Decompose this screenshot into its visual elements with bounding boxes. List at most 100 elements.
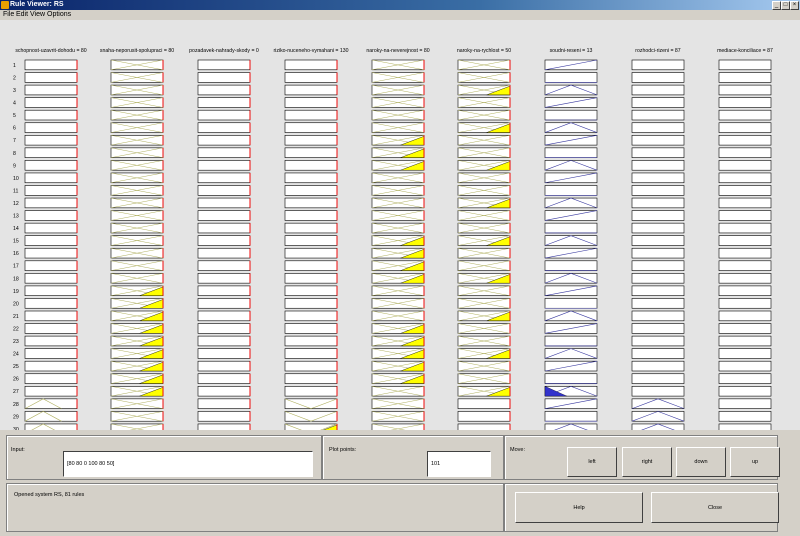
rule-cell	[718, 72, 772, 83]
rule-number: 11	[13, 188, 18, 194]
plot-points-field[interactable]	[427, 451, 491, 477]
rule-cell	[197, 373, 251, 384]
rule-cell	[284, 310, 338, 322]
rule-cell	[631, 360, 685, 372]
menu-edit[interactable]: Edit	[16, 10, 28, 20]
action-panel: Help Close	[504, 483, 779, 532]
rule-number: 27	[13, 389, 19, 395]
rule-cell	[197, 84, 251, 96]
rule-cell	[284, 385, 338, 397]
rule-number: 29	[13, 414, 19, 420]
rule-cell	[284, 235, 338, 246]
rule-cell	[197, 323, 251, 334]
help-button[interactable]: Help	[515, 492, 643, 523]
rule-cell	[197, 160, 251, 171]
rule-cell	[197, 310, 251, 322]
rule-cell	[718, 147, 772, 158]
rule-cell	[24, 222, 78, 234]
input-label: Input:	[11, 447, 25, 453]
rule-cell	[718, 84, 772, 96]
rule-number: 26	[13, 377, 19, 383]
move-up-button[interactable]: up	[730, 447, 780, 477]
rule-number: 15	[13, 239, 19, 245]
rule-cell	[197, 235, 251, 246]
rule-cell	[284, 373, 338, 384]
rule-cell	[197, 273, 251, 284]
move-left-button[interactable]: left	[567, 447, 617, 477]
rule-cell	[197, 348, 251, 359]
rule-cell	[544, 147, 598, 158]
rule-cell	[197, 210, 251, 221]
rule-cell	[544, 84, 598, 96]
rule-cell	[284, 285, 338, 296]
rule-cell	[718, 398, 772, 409]
rule-cell	[24, 323, 78, 334]
rule-cell	[544, 273, 598, 284]
rule-cell	[457, 411, 511, 422]
rule-cell	[544, 335, 598, 347]
rule-cell	[631, 135, 685, 146]
rule-cell	[544, 260, 598, 271]
rule-cell	[284, 360, 338, 372]
rule-cell	[631, 97, 685, 108]
rule-cell	[631, 197, 685, 209]
menu-view[interactable]: View	[30, 10, 45, 20]
rule-number: 12	[13, 201, 19, 207]
rule-cell	[544, 310, 598, 322]
maximize-button[interactable]: □	[781, 1, 790, 10]
rule-cell	[631, 385, 685, 397]
rule-cell	[631, 285, 685, 296]
move-right-button[interactable]: right	[622, 447, 672, 477]
variable-label: soudni-reseni = 13	[550, 48, 593, 54]
rule-cell	[284, 84, 338, 96]
rule-cell	[197, 298, 251, 309]
rule-cell	[197, 335, 251, 347]
rule-cell	[284, 122, 338, 133]
menu-file[interactable]: File	[3, 10, 14, 20]
plot-points-panel: Plot points:	[322, 435, 504, 480]
rule-cell	[24, 84, 78, 96]
rule-number: 25	[13, 364, 19, 370]
rule-cell	[718, 348, 772, 359]
rule-cell	[24, 298, 78, 309]
rule-number: 24	[13, 352, 19, 358]
close-button[interactable]: Close	[651, 492, 779, 523]
rule-cell	[718, 235, 772, 246]
input-panel: Input:	[6, 435, 322, 480]
rule-cell	[24, 109, 78, 121]
menu-options[interactable]: Options	[47, 10, 71, 20]
rule-cell	[631, 260, 685, 271]
close-window-button[interactable]: ×	[790, 1, 799, 10]
app-icon	[1, 1, 9, 9]
rule-cell	[631, 273, 685, 284]
rule-cell	[24, 310, 78, 322]
rule-cell	[284, 411, 338, 422]
rule-cell	[284, 97, 338, 108]
rule-cell	[718, 97, 772, 108]
minimize-button[interactable]: _	[772, 1, 781, 10]
rule-cell	[631, 247, 685, 259]
rule-cell	[24, 411, 78, 422]
move-down-button[interactable]: down	[676, 447, 726, 477]
rule-cell	[631, 335, 685, 347]
status-panel: Opened system RS, 81 rules	[6, 483, 504, 532]
move-label: Move:	[510, 447, 525, 453]
rule-cell	[197, 398, 251, 409]
rule-cell	[631, 373, 685, 384]
rule-cell	[197, 385, 251, 397]
input-field[interactable]	[63, 451, 313, 477]
rule-number: 20	[13, 301, 19, 307]
rule-cell	[718, 247, 772, 259]
rule-cell	[544, 373, 598, 384]
rule-cell	[718, 122, 772, 133]
rule-cell	[631, 411, 685, 422]
rule-cell	[544, 72, 598, 83]
rule-cell	[544, 197, 598, 209]
rule-number: 22	[13, 326, 19, 332]
rule-number: 19	[13, 289, 19, 295]
rule-cell	[24, 122, 78, 133]
rule-cell	[284, 260, 338, 271]
rule-plot-area[interactable]: schopnost-uzavrit-dohodu = 80 snaha-nepor…	[0, 20, 800, 430]
rule-cell	[718, 197, 772, 209]
rule-cell	[284, 210, 338, 221]
